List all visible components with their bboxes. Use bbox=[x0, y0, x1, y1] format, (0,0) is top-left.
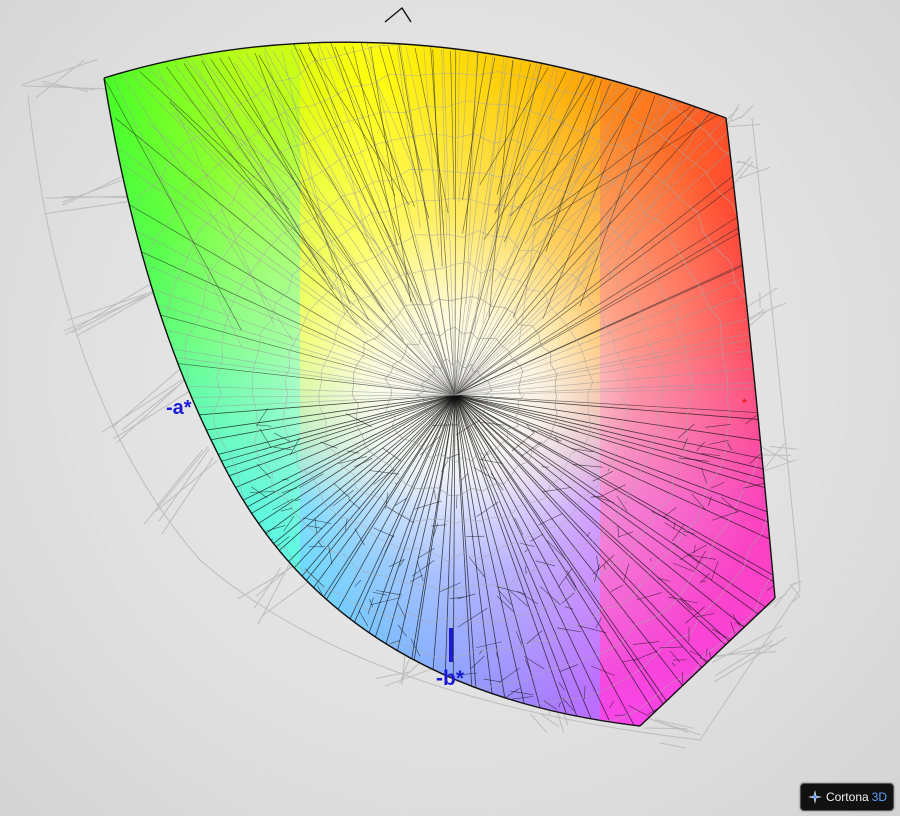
neg-b-axis-label: -b* bbox=[436, 667, 464, 690]
cortona3d-logo[interactable]: Cortona 3D bbox=[800, 783, 894, 811]
cortona-star-icon bbox=[807, 790, 822, 804]
gamut-scene[interactable] bbox=[0, 0, 900, 816]
3d-viewport[interactable]: -a* * -b* Cortona 3D bbox=[0, 0, 900, 816]
pos-a-axis-label: * bbox=[742, 396, 747, 410]
neg-a-axis-label: -a* bbox=[166, 397, 192, 419]
brand-name: Cortona bbox=[825, 790, 869, 804]
brand-suffix: 3D bbox=[871, 790, 888, 804]
